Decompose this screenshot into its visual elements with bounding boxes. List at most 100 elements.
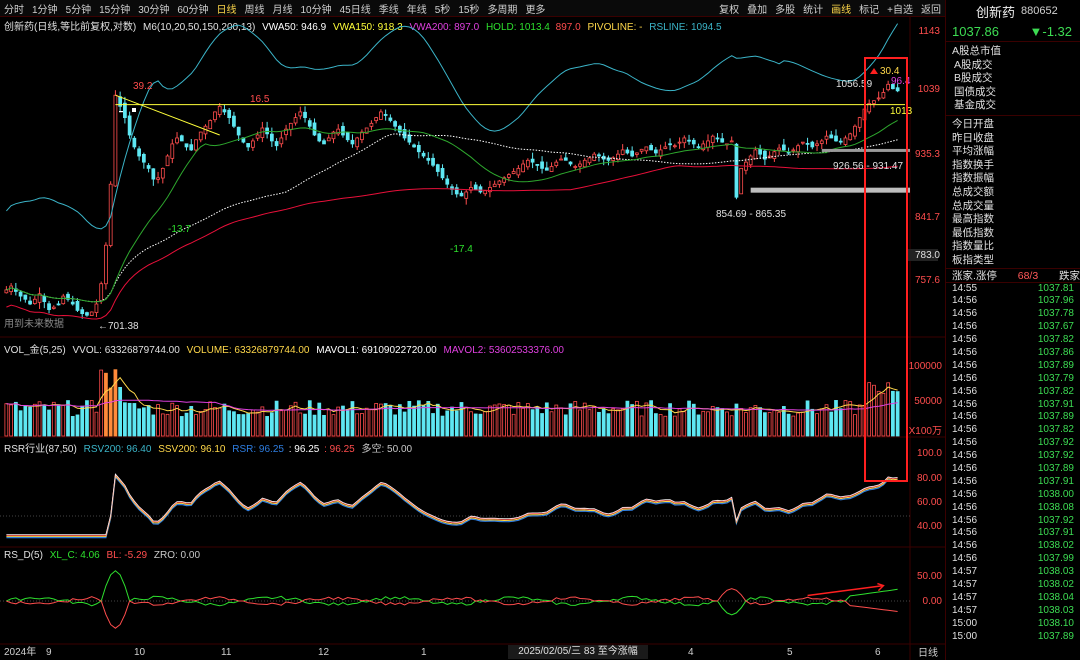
candle-body <box>516 167 521 176</box>
volume-bar <box>440 415 445 437</box>
volume-bar <box>549 411 554 437</box>
candle-body <box>696 146 701 149</box>
volume-bar <box>326 409 331 437</box>
tick-row: 14:56 1038.00 <box>946 489 1080 502</box>
volume-bar <box>601 408 606 437</box>
tick-row: 14:56 1037.89 <box>946 360 1080 373</box>
candle-body <box>834 135 838 142</box>
tick-value: 1037.92 <box>1037 437 1074 449</box>
candle-body <box>578 163 582 167</box>
candle-body <box>525 159 530 168</box>
no-data-label: 用到未来数据 <box>4 317 64 330</box>
candle-body <box>559 158 563 161</box>
start-marker-2 <box>119 111 123 113</box>
volume-bar <box>61 404 66 437</box>
volume-bar <box>269 412 274 437</box>
up-down-row: 涨家.涨停 68/3 跌家 <box>946 267 1080 283</box>
volume-bar <box>483 411 488 437</box>
tick-time: 14:56 <box>952 450 978 462</box>
x-axis-label: 12 <box>318 647 330 658</box>
volume-bar <box>47 409 51 437</box>
volume-bar <box>170 402 175 437</box>
volume-bar <box>165 413 170 437</box>
volume-bar <box>232 411 236 437</box>
chart-canvas[interactable]: 39.2 16.5 -13.7 -17.4 ←701.38 用到未来数据 854.69 - … <box>0 0 945 660</box>
bl-line <box>6 588 898 629</box>
volume-bar <box>99 369 104 437</box>
main-axis-label: 935.3 <box>915 149 940 160</box>
volume-bar <box>251 409 255 437</box>
candle-body <box>720 138 725 143</box>
up-triangle-icon <box>870 68 878 74</box>
zt-value: 68/3 <box>1017 269 1039 282</box>
candle-body <box>625 149 630 154</box>
tick-time: 14:56 <box>952 359 978 371</box>
candle-body <box>857 117 862 128</box>
candle-body <box>824 135 829 140</box>
index-item-0: 今日开盘 <box>952 117 994 130</box>
volume-bar <box>360 413 364 437</box>
volume-bar <box>336 406 341 437</box>
tick-list[interactable]: 14:55 1037.81 14:56 1037.96 14:56 1037.78 14:5… <box>946 283 1080 644</box>
candle-body <box>497 180 502 185</box>
candle-body <box>42 295 47 303</box>
volume-bar <box>118 386 123 437</box>
volume-bar <box>663 415 668 437</box>
volume-bar <box>203 409 208 437</box>
main-axis-label: 841.7 <box>915 212 940 223</box>
candle-body <box>781 144 786 151</box>
high-now-label: 1056.59 <box>836 79 873 90</box>
candle-body <box>298 111 303 117</box>
candle-body <box>687 139 691 142</box>
candle-body <box>563 157 568 161</box>
volume-bar <box>488 405 492 437</box>
candle-body <box>872 100 876 104</box>
tick-time: 14:56 <box>952 514 978 526</box>
volume-bar <box>4 403 9 437</box>
volume-bar <box>137 408 141 437</box>
volume-bar <box>412 405 416 437</box>
candle-body <box>853 125 857 137</box>
candle-body <box>397 125 402 133</box>
volume-bar <box>450 406 454 437</box>
volume-bar <box>108 387 113 437</box>
candle-body <box>374 117 379 122</box>
tick-row: 14:56 1037.91 <box>946 476 1080 489</box>
tick-time: 14:56 <box>952 475 978 487</box>
index-item-6: 总成交量 <box>952 199 994 212</box>
volume-bar <box>104 372 108 437</box>
volume-bar <box>331 414 336 437</box>
candle-body <box>75 300 80 311</box>
index-item-5: 总成交额 <box>952 185 994 198</box>
tick-time: 14:57 <box>952 566 978 578</box>
rsd-lines <box>0 570 910 629</box>
volume-bar <box>748 407 753 437</box>
candle-body <box>800 141 805 144</box>
range-label-1: 854.69 - 865.35 <box>716 209 786 220</box>
tick-row: 14:56 1038.02 <box>946 540 1080 553</box>
tick-value: 1038.10 <box>1037 617 1074 629</box>
volume-bar <box>175 405 179 437</box>
candle-body <box>739 167 744 195</box>
volume-bar <box>23 405 28 437</box>
tick-time: 14:56 <box>952 540 978 552</box>
tick-value: 1037.78 <box>1037 308 1074 320</box>
tick-row: 14:56 1037.89 <box>946 411 1080 424</box>
volume-bar <box>867 382 872 437</box>
tick-row: 14:57 1038.04 <box>946 592 1080 605</box>
candle-body <box>28 300 32 305</box>
high-label-1: 39.2 <box>133 81 153 92</box>
volume-bar <box>312 414 317 437</box>
main-axis-label: 783.0 <box>915 250 940 261</box>
candle-body <box>635 152 639 155</box>
candle-body <box>791 149 796 152</box>
volume-bar <box>407 400 412 437</box>
tick-value: 1038.02 <box>1037 540 1074 552</box>
candle-body <box>597 154 601 157</box>
candle-body <box>710 135 715 144</box>
volume-bar <box>848 401 853 437</box>
volume-bar <box>554 404 559 437</box>
market-items: A股成交 B股成交 国债成交 基金成交 <box>946 59 1080 113</box>
candle-body <box>51 306 56 309</box>
tick-value: 1037.81 <box>1037 282 1074 294</box>
